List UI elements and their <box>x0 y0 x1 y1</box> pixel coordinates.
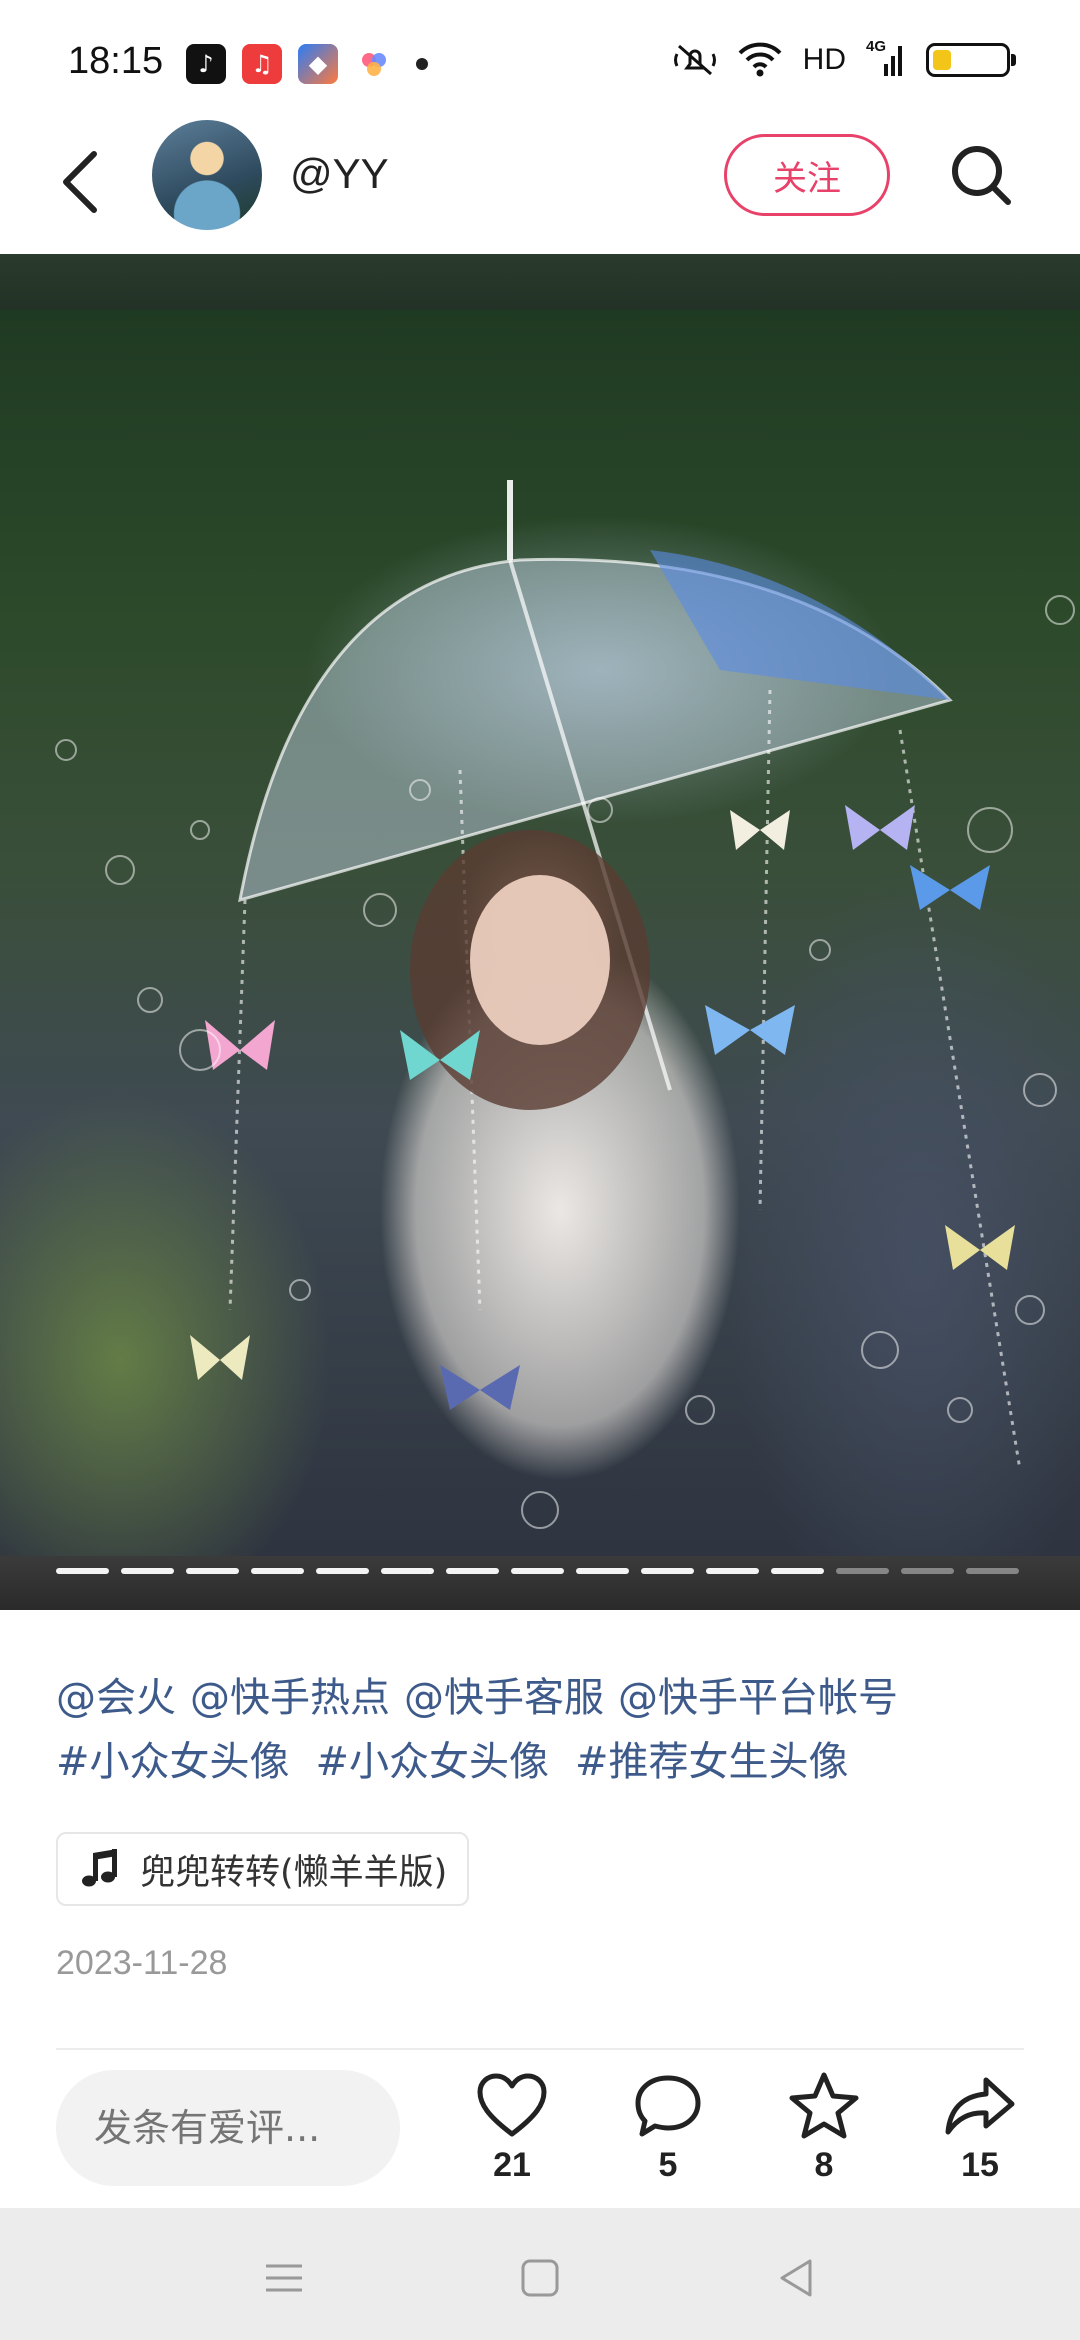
slide-indicator-segment <box>316 1568 369 1574</box>
status-time: 18:15 <box>68 40 164 82</box>
post-image[interactable] <box>0 254 1080 1610</box>
back-triangle-icon[interactable] <box>774 2256 818 2300</box>
color-app-icon <box>354 44 394 84</box>
mention-link[interactable]: @快手平台帐号 <box>618 1675 898 1721</box>
battery-icon <box>926 43 1016 77</box>
system-icons: HD 4G <box>673 38 1016 80</box>
hashtag-link[interactable]: #推荐女生头像 <box>575 1739 849 1785</box>
slide-indicator-segment <box>511 1568 564 1574</box>
slide-indicator-segment <box>251 1568 304 1574</box>
network-label: HD <box>802 43 846 76</box>
slide-indicator <box>56 1568 1019 1574</box>
favorite-button[interactable]: 8 <box>774 2070 874 2185</box>
mention-link[interactable]: @快手客服 <box>404 1675 604 1721</box>
hashtag-link[interactable]: #小众女头像 <box>56 1739 290 1785</box>
slide-indicator-segment <box>576 1568 629 1574</box>
slide-indicator-segment <box>381 1568 434 1574</box>
slide-indicator-segment <box>446 1568 499 1574</box>
slide-indicator-segment <box>901 1568 954 1574</box>
mention-link[interactable]: @会火 <box>56 1675 176 1721</box>
mute-icon <box>673 44 716 76</box>
slide-indicator-segment <box>966 1568 1019 1574</box>
notification-icons: ♪ ♫ ◆ <box>186 44 428 84</box>
back-arrow-icon[interactable] <box>54 142 114 222</box>
photo-content <box>0 310 1080 1556</box>
share-arrow-icon <box>945 2077 1015 2135</box>
more-notifications-icon <box>416 58 428 70</box>
share-count: 15 <box>961 2146 999 2184</box>
slide-indicator-segment <box>186 1568 239 1574</box>
music-note-icon <box>82 1849 117 1887</box>
slide-indicator-segment <box>56 1568 109 1574</box>
favorite-count: 8 <box>814 2146 834 2184</box>
music-chip[interactable]: 兜兜转转(懒羊羊版) <box>56 1832 470 1906</box>
home-square-icon[interactable] <box>518 2256 562 2300</box>
like-button[interactable]: 21 <box>462 2070 562 2185</box>
shortcut-app-icon: ◆ <box>298 44 338 84</box>
username[interactable]: @YY <box>290 150 389 198</box>
mentions-line: @会火 @快手热点 @快手客服 @快手平台帐号 <box>56 1666 1036 1730</box>
music-icon: ♫ <box>242 44 282 84</box>
follow-button[interactable]: 关注 <box>724 134 890 216</box>
heart-icon <box>477 2073 547 2137</box>
search-icon[interactable] <box>946 140 1016 210</box>
image-top-band <box>0 254 1080 310</box>
signal-icon: 4G <box>866 38 906 80</box>
comment-count: 5 <box>658 2146 678 2184</box>
comment-bubble-icon <box>635 2075 701 2137</box>
avatar[interactable] <box>152 120 262 230</box>
status-bar: 18:15 ♪ ♫ ◆ HD 4G <box>0 0 1080 130</box>
mention-link[interactable]: @快手热点 <box>190 1675 390 1721</box>
music-title: 兜兜转转(懒羊羊版) <box>140 1852 448 1893</box>
slide-indicator-segment <box>771 1568 824 1574</box>
hashtags-line: #小众女头像 #小众女头像 #推荐女生头像 <box>56 1730 1036 1794</box>
comment-button[interactable]: 5 <box>618 2070 718 2185</box>
wifi-icon <box>738 42 782 77</box>
slide-indicator-segment <box>836 1568 889 1574</box>
menu-icon[interactable] <box>262 2256 306 2300</box>
tiktok-icon: ♪ <box>186 44 226 84</box>
image-bottom-band <box>0 1556 1080 1610</box>
slide-indicator-segment <box>121 1568 174 1574</box>
comment-input[interactable] <box>56 2070 400 2186</box>
post-date: 2023-11-28 <box>56 1944 228 1982</box>
slide-indicator-segment <box>706 1568 759 1574</box>
slide-indicator-segment <box>641 1568 694 1574</box>
star-icon <box>789 2072 859 2139</box>
hashtag-link[interactable]: #小众女头像 <box>316 1739 550 1785</box>
post-caption: @会火 @快手热点 @快手客服 @快手平台帐号 #小众女头像 #小众女头像 #推荐女生头像 <box>56 1666 1036 1794</box>
like-count: 21 <box>493 2146 531 2184</box>
battery-fill <box>933 50 951 70</box>
share-button[interactable]: 15 <box>930 2070 1030 2185</box>
photo-illustration <box>55 480 1075 1529</box>
